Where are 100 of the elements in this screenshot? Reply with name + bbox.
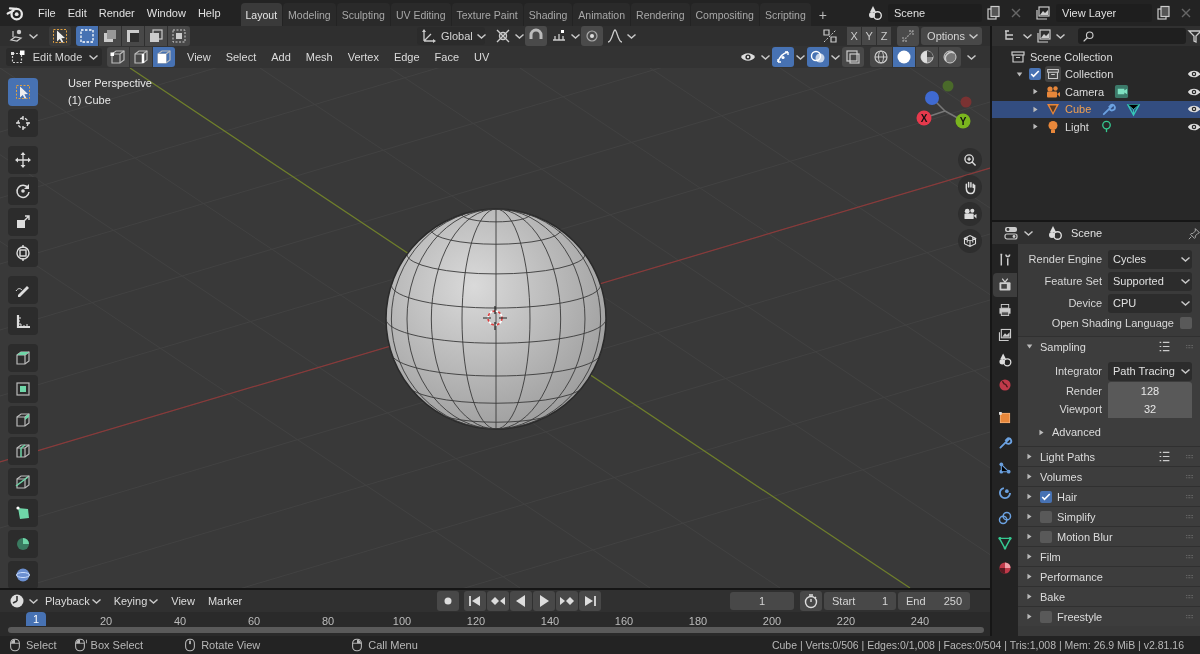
move-icon[interactable] [8, 146, 38, 174]
menu-item[interactable]: Mesh [298, 51, 340, 63]
orientation-dropdown[interactable]: Global [417, 27, 485, 45]
axis-toggle[interactable]: Y [862, 27, 877, 45]
dropdown[interactable]: Supported [1108, 271, 1192, 291]
panel-header[interactable]: Hair [1018, 486, 1200, 506]
play-icon[interactable] [533, 591, 556, 611]
add-workspace-button[interactable]: + [811, 3, 834, 26]
select-tool-icon[interactable] [49, 26, 71, 46]
selection-mode-icon[interactable] [145, 26, 167, 46]
panel-header[interactable]: Simplify [1018, 506, 1200, 526]
ruler-icon[interactable] [8, 307, 38, 335]
workspace-tab[interactable]: UV Editing [390, 3, 451, 26]
workspace-tab[interactable]: Sculpting [336, 3, 390, 26]
checkbox[interactable] [1040, 510, 1052, 523]
hand-icon[interactable] [958, 175, 982, 199]
expand-arrow-icon[interactable] [1024, 551, 1035, 562]
rotate-icon[interactable] [8, 177, 38, 205]
menu-item[interactable]: UV [467, 51, 497, 63]
menu-item[interactable]: Select [218, 51, 264, 63]
scrollbar[interactable] [8, 627, 984, 633]
menu-item[interactable]: View [165, 592, 201, 610]
workspace-tab[interactable]: Shading [523, 3, 573, 26]
panel-header[interactable]: Light Paths [1018, 446, 1200, 466]
checkbox[interactable] [1040, 530, 1052, 543]
checkbox[interactable] [1029, 68, 1041, 81]
zoom-icon[interactable] [958, 148, 982, 172]
panel-header[interactable]: Sampling [1018, 336, 1200, 356]
menu-item[interactable]: File [32, 7, 62, 19]
menu-item[interactable]: Face [427, 51, 467, 63]
jump-start-icon[interactable] [464, 591, 487, 611]
expand-arrow-icon[interactable] [1024, 571, 1035, 582]
outliner-row[interactable]: Camera [992, 83, 1200, 101]
list-icon[interactable] [1158, 450, 1171, 463]
cursor-icon[interactable] [8, 109, 38, 137]
overlay-toggle-icon[interactable] [807, 47, 829, 67]
face-select-icon[interactable] [153, 47, 175, 67]
menu-item[interactable]: Vertex [340, 51, 386, 63]
menu-item[interactable]: Render [92, 7, 141, 19]
expand-arrow-icon[interactable] [1024, 611, 1035, 622]
play-reverse-icon[interactable] [510, 591, 533, 611]
number-field[interactable]: 32 [1108, 400, 1192, 418]
workspace-tab[interactable]: Modeling [283, 3, 336, 26]
camera-icon[interactable] [993, 273, 1017, 297]
axis-toggle[interactable]: X [847, 27, 862, 45]
current-frame-field[interactable]: 1 [730, 592, 794, 610]
rendered-shading-icon[interactable] [939, 47, 961, 67]
dropdown[interactable]: Path Tracing [1108, 361, 1192, 381]
dropdown[interactable]: CPU [1108, 293, 1192, 313]
expand-arrow-icon[interactable] [1024, 471, 1035, 482]
previous-keyframe-icon[interactable] [487, 591, 510, 611]
pie-icon[interactable] [8, 530, 38, 558]
material-shading-icon[interactable] [916, 47, 938, 67]
menu-item[interactable]: Window [140, 7, 192, 19]
outliner-row[interactable]: Light [992, 118, 1200, 136]
menu-item[interactable]: Help [191, 7, 227, 19]
selection-mode-icon[interactable] [122, 26, 144, 46]
jump-end-icon[interactable] [579, 591, 602, 611]
auto-merge-icon[interactable] [897, 26, 920, 46]
list-icon[interactable] [1158, 340, 1171, 353]
gizmo-toggle-icon[interactable] [772, 47, 794, 67]
workspace-tab[interactable]: Compositing [690, 3, 759, 26]
expand-arrow-icon[interactable] [1024, 341, 1035, 352]
selection-mode-icon[interactable] [99, 26, 121, 46]
menu-item[interactable]: Marker [201, 592, 249, 610]
checkbox[interactable] [1040, 610, 1052, 623]
menu-item[interactable]: Edge [386, 51, 427, 63]
dropdown[interactable]: Cycles [1108, 249, 1192, 269]
mesh-data-icon[interactable] [1126, 101, 1142, 117]
start-frame-field[interactable]: Start 1 [824, 592, 896, 610]
pencil-icon[interactable] [8, 276, 38, 304]
3d-cursor-icon[interactable] [482, 305, 508, 331]
transform-icon[interactable] [8, 239, 38, 267]
scale-icon[interactable] [8, 208, 38, 236]
expand-arrow-icon[interactable] [1024, 491, 1035, 502]
cube-icon[interactable] [8, 468, 38, 496]
grid-icon[interactable] [958, 229, 982, 253]
camera-data-icon[interactable] [1114, 84, 1130, 100]
xray-toggle-icon[interactable] [842, 47, 864, 67]
view-layer-field[interactable]: View Layer [1056, 4, 1152, 22]
scene-field[interactable]: Scene [888, 4, 982, 22]
menu-item[interactable]: Add [264, 51, 298, 63]
nested-square-icon[interactable] [8, 375, 38, 403]
menu-item[interactable]: View [180, 51, 218, 63]
options-dropdown[interactable]: Options [921, 27, 982, 45]
record-icon[interactable] [437, 591, 460, 611]
workspace-tab[interactable]: Texture Paint [451, 3, 523, 26]
select-box-icon[interactable] [8, 78, 38, 106]
cube-icon[interactable] [8, 344, 38, 372]
menu-item[interactable]: Edit [61, 7, 93, 19]
solid-shading-icon[interactable] [893, 47, 915, 67]
workspace-tab[interactable]: Rendering [631, 3, 690, 26]
menu-item[interactable]: Keying [107, 592, 165, 610]
expand-arrow-icon[interactable] [1024, 451, 1035, 462]
next-keyframe-icon[interactable] [556, 591, 579, 611]
subpanel-header[interactable]: Advanced [1018, 422, 1200, 442]
checkbox[interactable] [1040, 490, 1052, 503]
menu-item[interactable]: Playback [39, 592, 107, 610]
stopwatch-icon[interactable] [800, 591, 822, 611]
proportional-icon[interactable] [581, 26, 603, 46]
